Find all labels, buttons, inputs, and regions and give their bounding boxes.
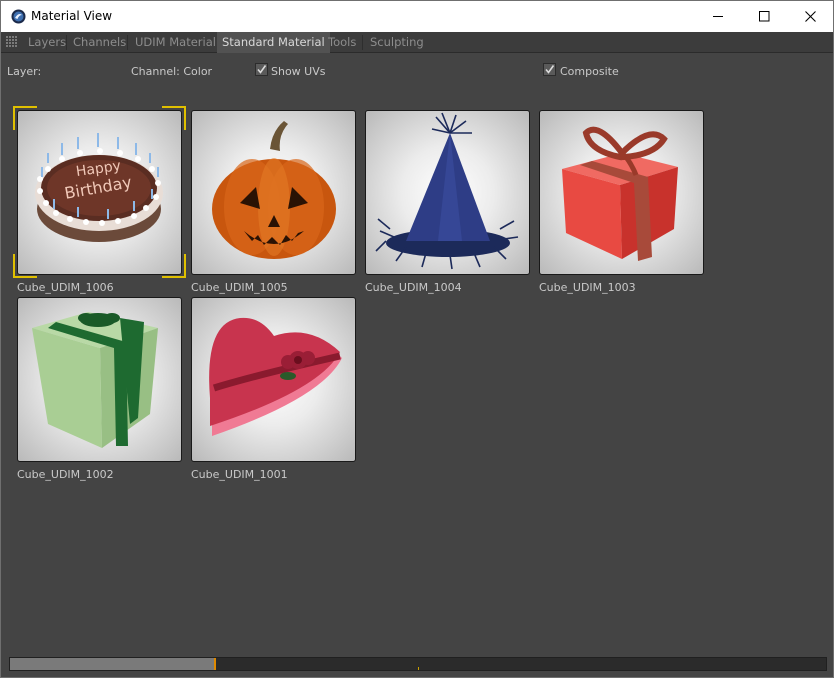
menu-sculpting[interactable]: Sculpting	[365, 32, 429, 53]
menu-separator	[362, 35, 363, 50]
tile-label-1003: Cube_UDIM_1003	[539, 281, 636, 294]
green-gift-box-image	[32, 312, 158, 448]
udim-tile-1005[interactable]	[191, 110, 356, 275]
progress-tick	[418, 667, 419, 670]
menu-standard-material[interactable]: Standard Material	[217, 32, 330, 53]
checkmark-icon	[545, 65, 555, 74]
minimize-button[interactable]	[695, 1, 741, 32]
menu-channels[interactable]: Channels	[68, 32, 131, 53]
progress-marker[interactable]	[214, 658, 216, 670]
tile-label-1005: Cube_UDIM_1005	[191, 281, 288, 294]
menu-separator	[66, 35, 67, 50]
menu-separator	[127, 35, 128, 50]
menu-udim-material[interactable]: UDIM Material	[130, 32, 221, 53]
maximize-icon	[758, 11, 769, 22]
udim-tile-1003[interactable]	[539, 110, 704, 275]
layer-label: Layer:	[7, 65, 42, 78]
checkmark-icon	[257, 65, 267, 74]
window-title: Material View	[31, 9, 113, 23]
channel-label[interactable]: Channel: Color	[131, 65, 212, 78]
material-view-window: Material View Layers Channels UDIM Mater…	[0, 0, 834, 678]
composite-checkbox[interactable]	[543, 63, 556, 76]
maximize-button[interactable]	[741, 1, 787, 32]
udim-tile-1001[interactable]	[191, 297, 356, 462]
progress-bar[interactable]	[9, 657, 827, 671]
menu-layers[interactable]: Layers	[23, 32, 71, 53]
tile-label-1002: Cube_UDIM_1002	[17, 468, 114, 481]
heart-box-image	[209, 317, 342, 436]
menu-bar: Layers Channels UDIM Material Standard M…	[1, 32, 833, 53]
progress-fill	[10, 658, 214, 670]
maya-icon	[11, 9, 26, 24]
red-gift-box-image	[562, 126, 678, 261]
tile-label-1006: Cube_UDIM_1006	[17, 281, 114, 294]
pumpkin-image	[212, 121, 336, 259]
tile-label-1001: Cube_UDIM_1001	[191, 468, 288, 481]
udim-tile-1004[interactable]	[365, 110, 530, 275]
composite-label[interactable]: Composite	[560, 65, 619, 78]
show-uvs-checkbox[interactable]	[255, 63, 268, 76]
tile-label-1004: Cube_UDIM_1004	[365, 281, 462, 294]
grip-icon[interactable]	[6, 36, 18, 48]
close-icon	[804, 11, 816, 22]
party-hat-image	[375, 112, 519, 270]
minimize-icon	[712, 16, 723, 17]
udim-tile-1006[interactable]: Happy Birthday	[17, 110, 182, 275]
close-button[interactable]	[787, 1, 833, 32]
title-bar[interactable]: Material View	[1, 1, 833, 32]
menu-tools[interactable]: Tools	[323, 32, 361, 53]
show-uvs-label[interactable]: Show UVs	[271, 65, 325, 78]
birthday-cake-image: Happy Birthday	[35, 133, 163, 242]
udim-tile-1002[interactable]	[17, 297, 182, 462]
